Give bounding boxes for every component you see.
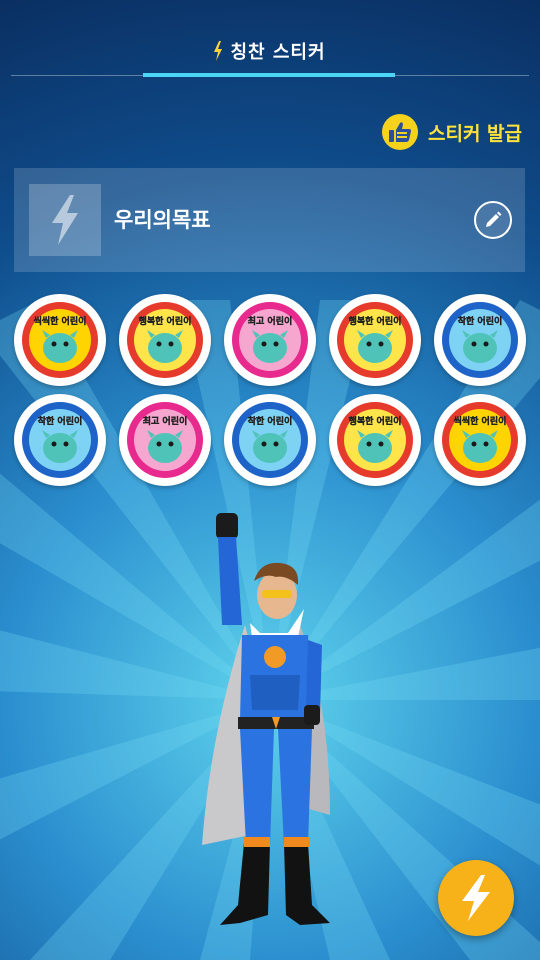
edit-goal-button[interactable] bbox=[474, 201, 512, 239]
sticker-item[interactable]: 행복한 어린이 bbox=[119, 294, 211, 386]
sticker-item[interactable]: 착한 어린이 bbox=[14, 394, 106, 486]
sticker-item[interactable]: 최고 어린이 bbox=[224, 294, 316, 386]
monster-figure bbox=[253, 433, 287, 463]
sticker-caption: 행복한 어린이 bbox=[139, 315, 192, 327]
sticker-caption: 최고 어린이 bbox=[248, 315, 293, 327]
sticker-item[interactable]: 착한 어린이 bbox=[434, 294, 526, 386]
lightning-icon bbox=[462, 875, 490, 921]
issue-sticker-button[interactable]: 스티커 발급 bbox=[381, 112, 522, 152]
sticker-image: 최고 어린이 bbox=[232, 302, 308, 378]
sticker-caption: 행복한 어린이 bbox=[349, 315, 402, 327]
monster-figure bbox=[148, 333, 182, 363]
lightning-icon bbox=[214, 40, 223, 66]
lightning-fab-button[interactable] bbox=[438, 860, 514, 936]
tab-praise-sticker[interactable]: 칭찬 스티커 bbox=[0, 38, 540, 66]
sticker-item[interactable]: 씩씩한 어린이 bbox=[434, 394, 526, 486]
active-tab-indicator bbox=[143, 73, 395, 77]
sticker-image: 착한 어린이 bbox=[442, 302, 518, 378]
pencil-icon bbox=[486, 211, 502, 227]
sticker-image: 씩씩한 어린이 bbox=[22, 302, 98, 378]
sticker-caption: 행복한 어린이 bbox=[349, 415, 402, 427]
monster-figure bbox=[253, 333, 287, 363]
sticker-image: 착한 어린이 bbox=[232, 402, 308, 478]
monster-figure bbox=[463, 433, 497, 463]
sticker-image: 행복한 어린이 bbox=[337, 402, 413, 478]
top-bar: 칭찬 스티커 bbox=[0, 0, 540, 78]
tab-label: 칭찬 스티커 bbox=[230, 42, 326, 63]
goal-thumbnail[interactable] bbox=[29, 184, 101, 256]
lightning-icon bbox=[52, 195, 78, 245]
monster-figure bbox=[358, 433, 392, 463]
goal-card: 우리의목표 bbox=[14, 168, 525, 272]
sticker-caption: 착한 어린이 bbox=[38, 415, 83, 427]
thumbs-up-icon bbox=[381, 114, 418, 150]
sticker-image: 최고 어린이 bbox=[127, 402, 203, 478]
sticker-image: 행복한 어린이 bbox=[337, 302, 413, 378]
sticker-caption: 씩씩한 어린이 bbox=[34, 315, 87, 327]
sticker-item[interactable]: 최고 어린이 bbox=[119, 394, 211, 486]
sticker-caption: 착한 어린이 bbox=[458, 315, 503, 327]
monster-figure bbox=[43, 333, 77, 363]
issue-sticker-label: 스티커 발급 bbox=[427, 122, 522, 145]
sticker-image: 행복한 어린이 bbox=[127, 302, 203, 378]
sticker-item[interactable]: 행복한 어린이 bbox=[329, 394, 421, 486]
sticker-item[interactable]: 씩씩한 어린이 bbox=[14, 294, 106, 386]
sticker-caption: 착한 어린이 bbox=[248, 415, 293, 427]
sticker-caption: 씩씩한 어린이 bbox=[454, 415, 507, 427]
monster-figure bbox=[43, 433, 77, 463]
sticker-item[interactable]: 착한 어린이 bbox=[224, 394, 316, 486]
sticker-image: 착한 어린이 bbox=[22, 402, 98, 478]
monster-figure bbox=[148, 433, 182, 463]
sticker-item[interactable]: 행복한 어린이 bbox=[329, 294, 421, 386]
sticker-image: 씩씩한 어린이 bbox=[442, 402, 518, 478]
hero-character bbox=[202, 513, 330, 925]
goal-title: 우리의목표 bbox=[114, 208, 211, 232]
monster-figure bbox=[358, 333, 392, 363]
monster-figure bbox=[463, 333, 497, 363]
sticker-caption: 최고 어린이 bbox=[143, 415, 188, 427]
